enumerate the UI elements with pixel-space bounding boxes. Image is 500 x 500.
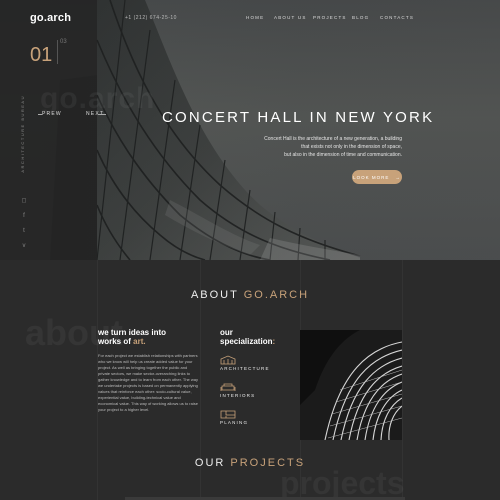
projects-background-word: projects (280, 465, 405, 500)
twitter-icon[interactable]: t (21, 228, 27, 234)
about-heading-accent: GO.ARCH (243, 289, 310, 301)
about-section: about ABOUT GO.ARCH we turn ideas into w… (0, 260, 500, 500)
page: go.arch 01 03 go.arch ARCHITECTURE BUREA… (0, 0, 500, 500)
slide-number-divider (57, 40, 58, 64)
nav-contacts[interactable]: CONTACTS (380, 15, 414, 20)
specialization-heading-line: our (220, 328, 233, 337)
side-panel (0, 0, 97, 260)
hero-description-line: that exists not only in the dimension of… (301, 144, 402, 150)
nav-projects[interactable]: PROJECTS (313, 15, 347, 20)
specialization-heading-accent: : (272, 337, 276, 346)
look-more-button[interactable]: LOOK MORE → (352, 170, 402, 184)
specialization-label: ARCHITECTURE (220, 366, 270, 371)
vertical-tagline: ARCHITECTURE BUREAU (20, 95, 25, 173)
nav-home[interactable]: HOME (246, 15, 264, 20)
arrow-right-icon: → (395, 174, 401, 180)
about-image-graphic (300, 330, 402, 440)
slide-total-number: 03 (60, 39, 67, 45)
about-paragraph: For each project we establish relationsh… (98, 353, 198, 412)
next-line (98, 114, 106, 115)
prev-button[interactable]: PREW (42, 111, 62, 117)
specialization-label: INTERIORS (220, 393, 256, 398)
ideas-heading: we turn ideas into works of art. (98, 328, 198, 346)
logo[interactable]: go.arch (30, 12, 71, 24)
instagram-icon[interactable]: ◻ (21, 198, 27, 204)
hero-description: Concert Hall is the architecture of a ne… (202, 135, 402, 159)
projects-heading-text: OUR (194, 457, 231, 469)
look-more-label: LOOK MORE (353, 174, 390, 180)
ideas-heading-line: we turn ideas into (98, 328, 167, 337)
specialization-architecture[interactable]: ARCHITECTURE (220, 355, 300, 373)
nav-about-us[interactable]: ABOUT US (274, 15, 307, 20)
about-heading: ABOUT GO.ARCH (0, 289, 500, 301)
specialization-heading: our specialization: (220, 328, 310, 346)
specialization-planing[interactable]: PLANING (220, 409, 300, 427)
projects-heading-accent: PROJECTS (230, 457, 306, 469)
about-heading-text: ABOUT (190, 289, 244, 301)
specialization-interiors[interactable]: INTERIORS (220, 382, 300, 400)
hero-section: go.arch 01 03 go.arch ARCHITECTURE BUREA… (0, 0, 500, 260)
about-architecture-image (300, 330, 402, 440)
specialization-label: PLANING (220, 420, 249, 425)
phone-number[interactable]: +1 (212) 674-25-10 (125, 15, 177, 21)
plan-icon (220, 410, 236, 419)
vk-icon[interactable]: v (21, 243, 27, 249)
ideas-heading-line: works of (98, 337, 134, 346)
slide-current-number: 01 (30, 44, 53, 66)
hero-title: CONCERT HALL IN NEW YORK (162, 109, 435, 126)
projects-heading: OUR PROJECTS (0, 457, 500, 469)
ideas-heading-accent: art. (133, 337, 146, 346)
specialization-heading-line: specialization (220, 337, 273, 346)
facebook-icon[interactable]: f (21, 213, 27, 219)
nav-blog[interactable]: BLOG (352, 15, 369, 20)
sofa-icon (220, 383, 236, 391)
hero-description-line: but also in the dimension of time and co… (284, 152, 402, 158)
hero-description-line: Concert Hall is the architecture of a ne… (264, 136, 402, 142)
building-icon (220, 355, 236, 365)
